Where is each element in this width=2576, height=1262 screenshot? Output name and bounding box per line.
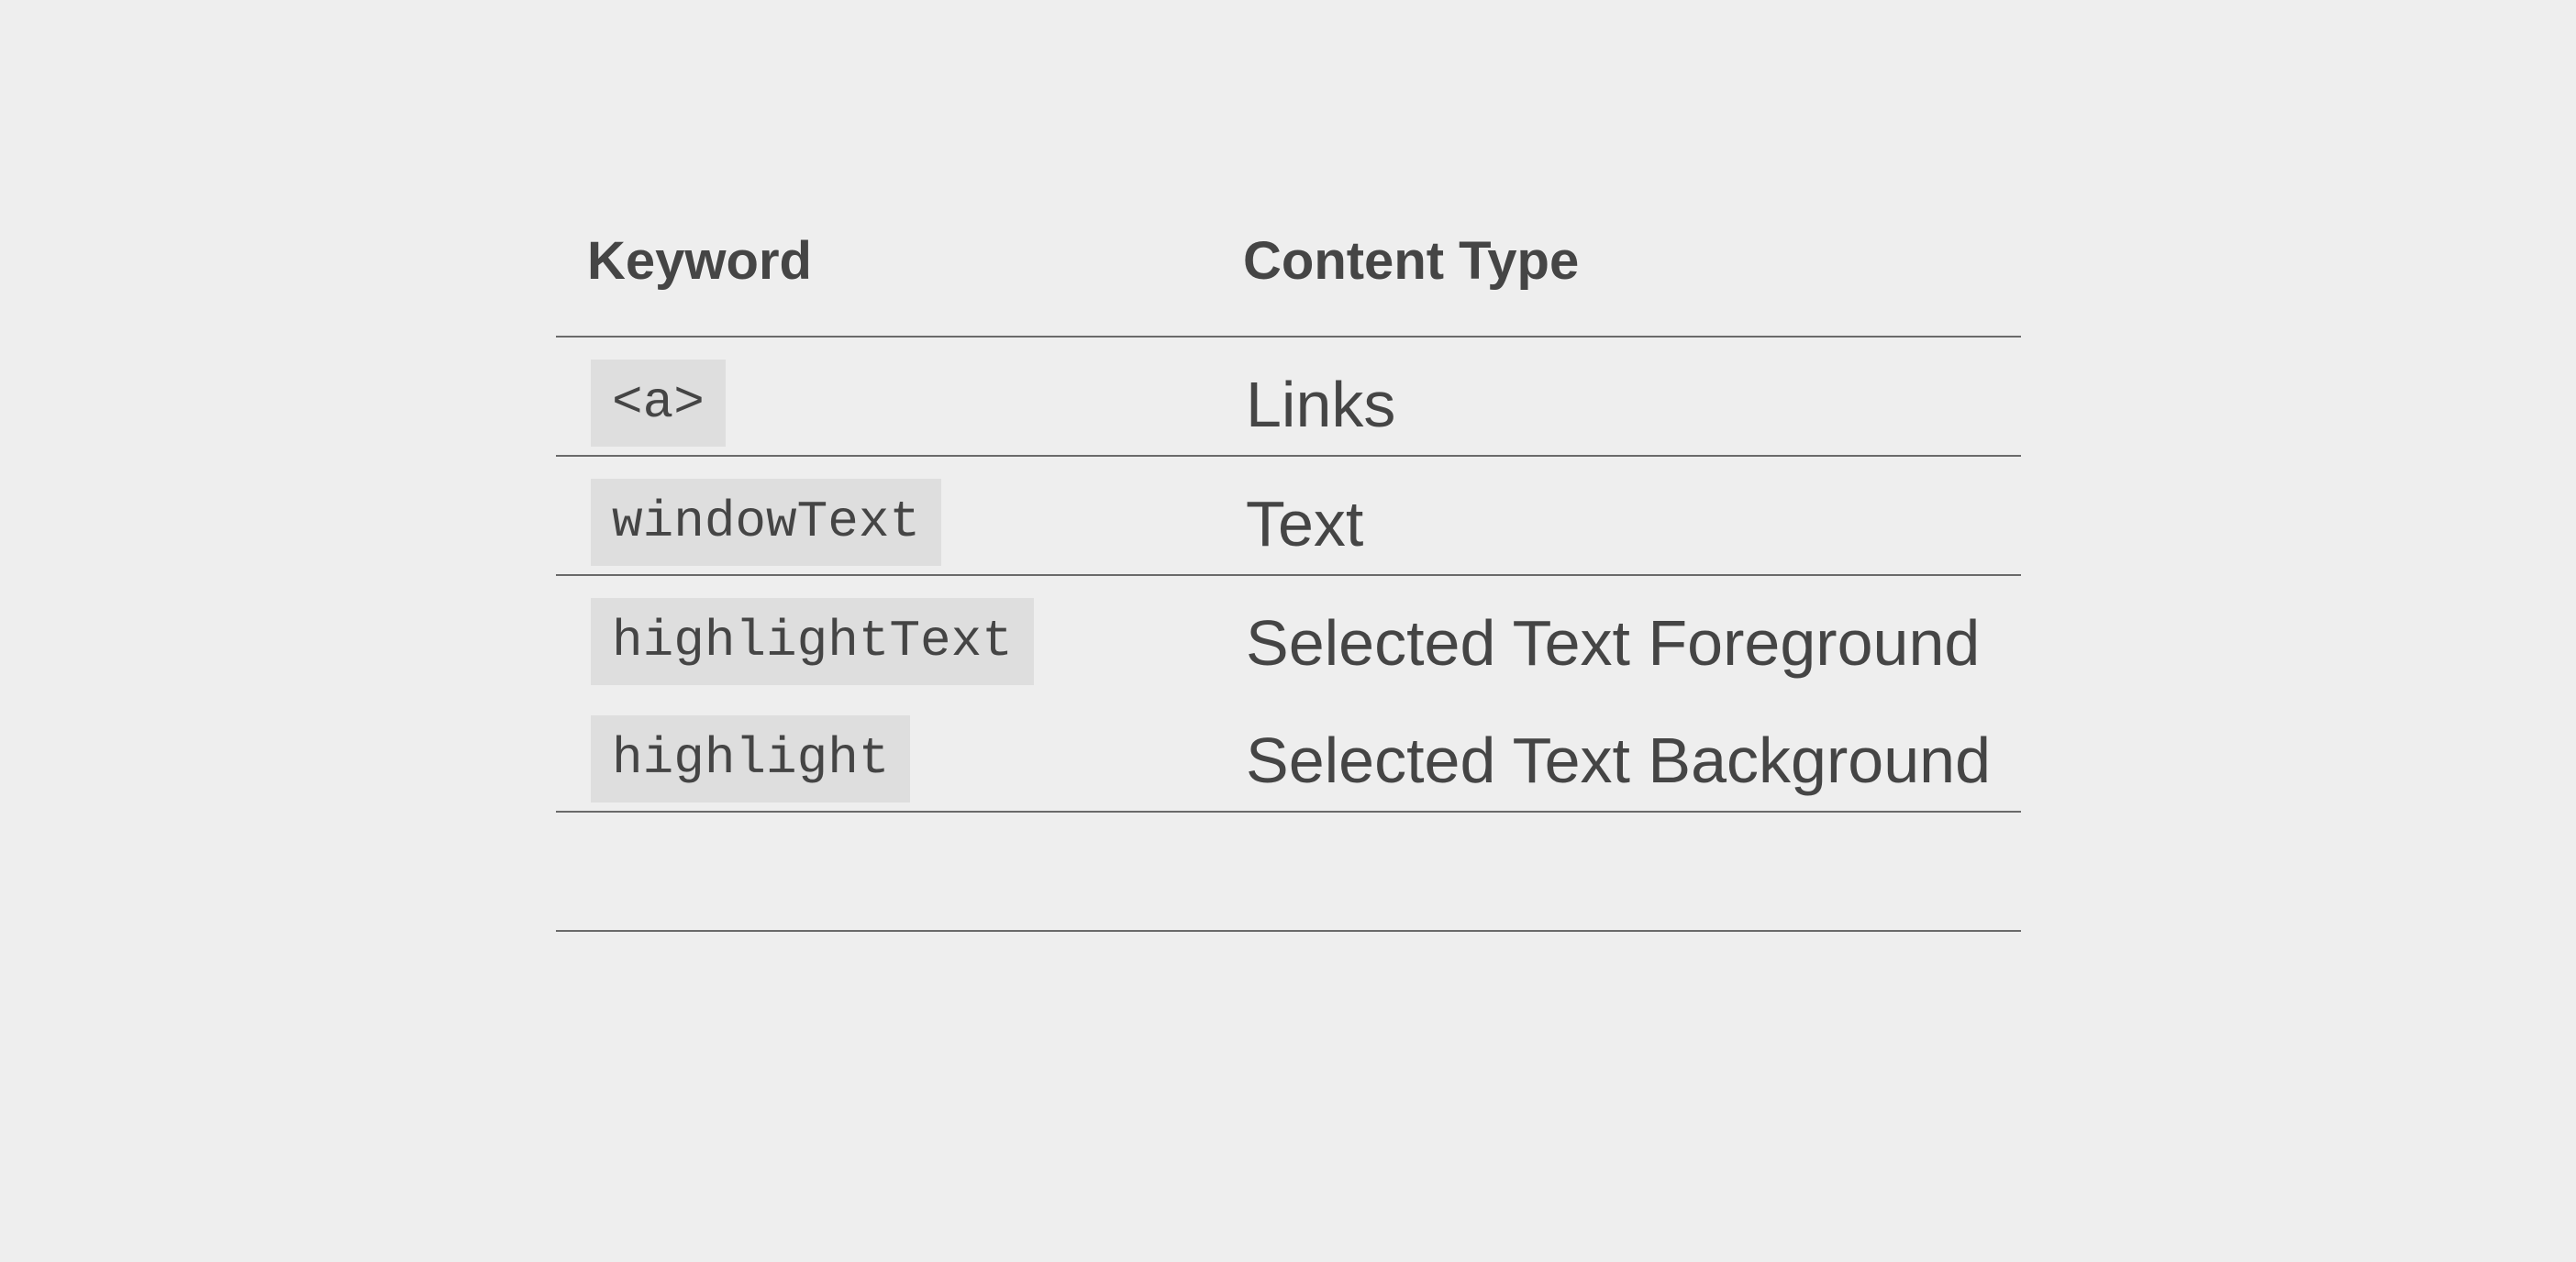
content-type-cell: Text	[1246, 488, 1364, 559]
table-row: windowText Text	[556, 457, 2021, 576]
content-type-cell: Links	[1246, 369, 1396, 440]
table-header-row: Keyword Content Type	[556, 216, 2021, 338]
keyword-code: windowText	[591, 479, 942, 566]
keyword-code: highlightText	[591, 598, 1034, 685]
empty-table-row	[556, 813, 2021, 932]
table-row: highlightText Selected Text Foreground h…	[556, 576, 2021, 813]
table-row: <a> Links	[556, 338, 2021, 457]
content-type-cell: Selected Text Background	[1246, 725, 1992, 796]
column-header-keyword: Keyword	[587, 231, 812, 291]
keyword-table: Keyword Content Type <a> Links windowTex…	[556, 216, 2021, 932]
keyword-code: <a>	[591, 360, 726, 447]
content-type-cell: Selected Text Foreground	[1246, 607, 1981, 679]
column-header-content-type: Content Type	[1243, 231, 1580, 291]
keyword-code: highlight	[591, 715, 911, 803]
